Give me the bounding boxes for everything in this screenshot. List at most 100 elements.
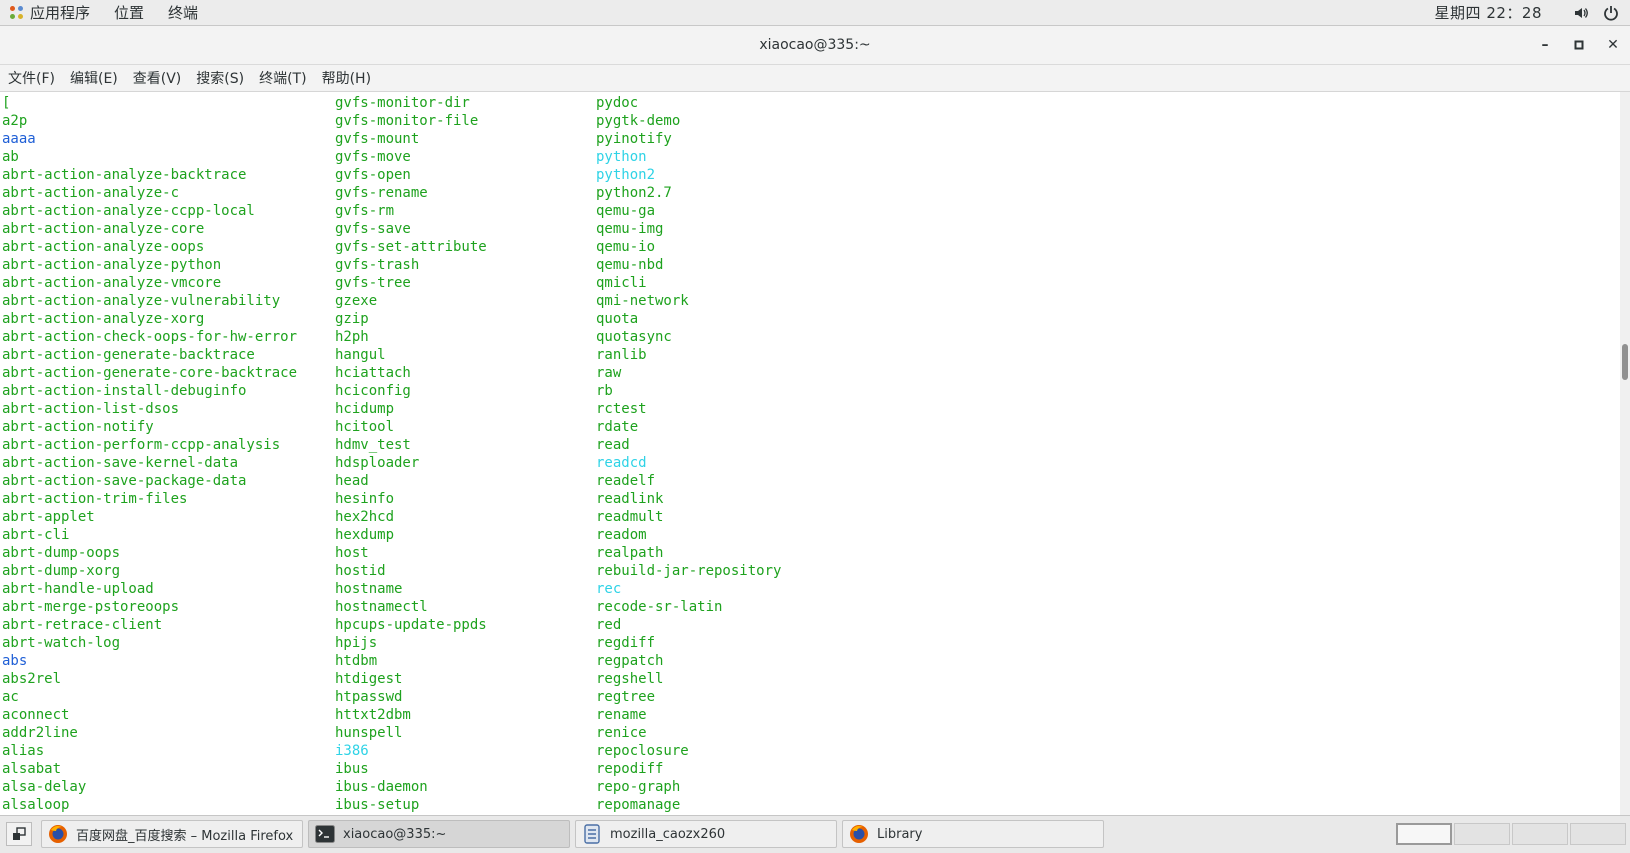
completion-entry: htdbm <box>335 653 378 669</box>
completion-entry: rctest <box>596 401 647 417</box>
task-file-manager[interactable]: mozilla_caozx260 <box>575 820 837 848</box>
completion-entry: abrt-action-save-kernel-data <box>2 455 239 471</box>
completion-entry: abrt-action-analyze-ccpp-local <box>2 203 255 219</box>
workspace-4[interactable] <box>1570 823 1626 845</box>
scrollbar-thumb[interactable] <box>1622 344 1628 380</box>
completion-entry: readmult <box>596 509 664 525</box>
completion-entry: repo-graph <box>596 779 681 795</box>
completion-entry: i386 <box>335 743 369 759</box>
completion-entry: quota <box>596 311 639 327</box>
completion-entry: regpatch <box>596 653 664 669</box>
menu-file[interactable]: 文件(F) <box>0 68 62 88</box>
completion-entry: readelf <box>596 473 656 489</box>
maximize-button[interactable] <box>1562 26 1596 64</box>
completion-entry: gvfs-monitor-file <box>335 113 479 129</box>
task-terminal[interactable]: xiaocao@335:~ <box>308 820 570 848</box>
completion-entry: gvfs-move <box>335 149 411 165</box>
completion-entry: realpath <box>596 545 664 561</box>
menu-help[interactable]: 帮助(H) <box>314 68 378 88</box>
completion-entry: abrt-action-analyze-backtrace <box>2 167 247 183</box>
completion-entry: recode-sr-latin <box>596 599 723 615</box>
menu-search[interactable]: 搜索(S) <box>188 68 251 88</box>
workspace-2[interactable] <box>1454 823 1510 845</box>
terminal-output[interactable]: [a2p aaaa ab abrt-action-analyze-backtrace a… <box>0 92 1620 815</box>
menu-view[interactable]: 查看(V) <box>125 68 189 88</box>
completion-entry: readom <box>596 527 647 543</box>
completion-entry: a2p <box>2 113 28 129</box>
completion-entry: gzexe <box>335 293 378 309</box>
show-desktop-button[interactable] <box>6 822 32 846</box>
task-label: Library <box>877 826 923 842</box>
completion-entry: h2ph <box>335 329 369 345</box>
completion-entry: hexdump <box>335 527 395 543</box>
clock[interactable]: 星期四 22：28 <box>1435 2 1542 23</box>
completion-entry: repomanage <box>596 797 681 813</box>
completion-entry: regshell <box>596 671 664 687</box>
completion-entry: gvfs-tree <box>335 275 411 291</box>
completion-entry: regdiff <box>596 635 656 651</box>
workspace-3[interactable] <box>1512 823 1568 845</box>
completion-entry: gvfs-open <box>335 167 411 183</box>
window-titlebar[interactable]: xiaocao@335:~ – ✕ <box>0 26 1630 65</box>
completion-entry: hesinfo <box>335 491 395 507</box>
completion-entry: abrt-action-analyze-python <box>2 257 222 273</box>
completion-entry: rec <box>596 581 622 597</box>
menu-terminal[interactable]: 终端(T) <box>251 68 313 88</box>
completion-entry: abrt-handle-upload <box>2 581 154 597</box>
minimize-button[interactable]: – <box>1528 26 1562 64</box>
completion-entry: red <box>596 617 622 633</box>
completion-entry: pygtk-demo <box>596 113 681 129</box>
firefox-icon <box>849 824 869 844</box>
completion-entry: qemu-img <box>596 221 664 237</box>
menubar: 文件(F) 编辑(E) 查看(V) 搜索(S) 终端(T) 帮助(H) <box>0 65 1630 92</box>
completion-entry: host <box>335 545 369 561</box>
close-button[interactable]: ✕ <box>1596 26 1630 64</box>
task-label: xiaocao@335:~ <box>343 826 447 842</box>
completion-entry: gvfs-rm <box>335 203 395 219</box>
completion-entry: gvfs-monitor-dir <box>335 95 470 111</box>
maximize-icon <box>1574 40 1584 50</box>
completion-column-1: [a2p aaaa ab abrt-action-analyze-backtrace a… <box>2 94 297 814</box>
completion-entry: abrt-action-analyze-vulnerability <box>2 293 281 309</box>
completion-entry: abrt-action-list-dsos <box>2 401 180 417</box>
completion-entry: hdsploader <box>335 455 420 471</box>
terminal-icon <box>315 824 335 844</box>
completion-entry: htpasswd <box>335 689 403 705</box>
completion-entry: ibus-daemon <box>335 779 428 795</box>
places-menu[interactable]: 位置 <box>102 2 156 23</box>
volume-icon[interactable] <box>1570 2 1592 24</box>
completion-entry: raw <box>596 365 622 381</box>
apps-menu-icon <box>10 5 24 20</box>
task-label: mozilla_caozx260 <box>610 826 726 842</box>
completion-entry: hciattach <box>335 365 411 381</box>
completion-entry: ab <box>2 149 19 165</box>
completion-entry: rdate <box>596 419 639 435</box>
workspace-1[interactable] <box>1396 823 1452 845</box>
completion-entry: read <box>596 437 630 453</box>
completion-entry: regtree <box>596 689 656 705</box>
completion-entry: pyinotify <box>596 131 672 147</box>
terminal-app-menu[interactable]: 终端 <box>156 2 210 23</box>
completion-entry: abrt-action-save-package-data <box>2 473 247 489</box>
completion-entry: hpijs <box>335 635 378 651</box>
completion-entry: gzip <box>335 311 369 327</box>
completion-entry: qemu-io <box>596 239 656 255</box>
top-panel: 应用程序 位置 终端 星期四 22：28 <box>0 0 1630 26</box>
completion-entry: hcitool <box>335 419 395 435</box>
power-icon[interactable] <box>1600 2 1622 24</box>
completion-entry: hcidump <box>335 401 395 417</box>
completion-entry: hostnamectl <box>335 599 428 615</box>
task-firefox-library[interactable]: Library <box>842 820 1104 848</box>
menu-edit[interactable]: 编辑(E) <box>62 68 125 88</box>
completion-entry: [ <box>2 95 11 111</box>
completion-entry: ac <box>2 689 19 705</box>
completion-entry: abrt-action-notify <box>2 419 154 435</box>
terminal-scrollbar[interactable] <box>1620 92 1630 815</box>
completion-entry: readlink <box>596 491 664 507</box>
applications-menu[interactable]: 应用程序 <box>26 2 102 23</box>
completion-entry: abrt-retrace-client <box>2 617 163 633</box>
task-firefox-baidu[interactable]: 百度网盘_百度搜索 – Mozilla Firefox <box>41 820 303 848</box>
completion-entry: htdigest <box>335 671 403 687</box>
completion-entry: renice <box>596 725 647 741</box>
completion-entry: python2.7 <box>596 185 672 201</box>
